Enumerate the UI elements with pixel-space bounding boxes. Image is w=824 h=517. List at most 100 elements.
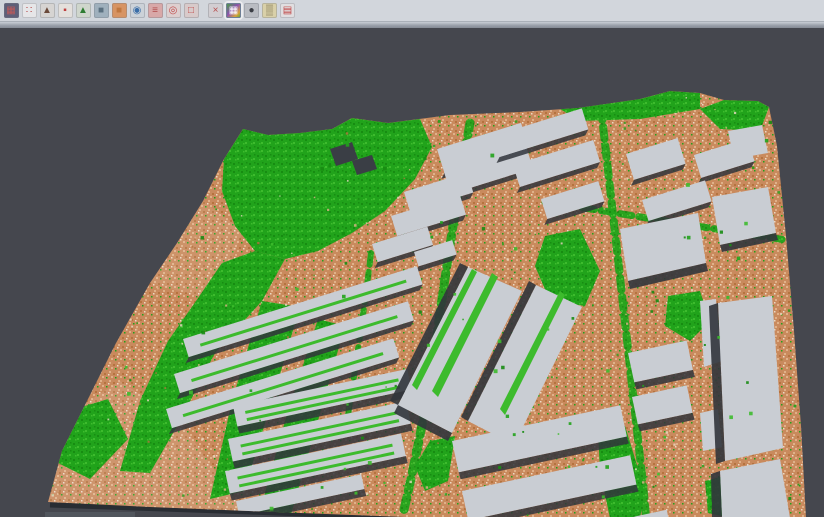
speckle [285, 304, 287, 306]
speckle [147, 399, 149, 401]
speckle [194, 237, 196, 239]
target-icon[interactable]: ◎ [166, 3, 181, 18]
vegetation-speck [477, 123, 479, 125]
vegetation-speck [62, 161, 64, 163]
vegetation-speck [132, 123, 136, 127]
camera-icon[interactable]: ● [244, 3, 259, 18]
vegetation-speck [345, 262, 348, 265]
speckle [426, 486, 428, 488]
dem-icon[interactable]: ▲ [76, 3, 91, 18]
vegetation-speck [652, 291, 655, 294]
vegetation-speck [295, 288, 298, 291]
speckle [119, 258, 121, 260]
speckle [184, 321, 185, 322]
speckle [322, 219, 324, 221]
speckle [147, 514, 149, 516]
ortho-icon[interactable]: ■ [112, 3, 127, 18]
vegetation-speck [514, 272, 516, 274]
speckle [581, 237, 582, 238]
speckle [673, 443, 675, 445]
vegetation-speck [798, 484, 800, 486]
globe-icon[interactable]: ◉ [130, 3, 145, 18]
speckle [726, 127, 728, 129]
vegetation-speck [547, 328, 549, 330]
vegetation-speck [160, 136, 162, 138]
speckle [163, 212, 165, 214]
speckle [218, 435, 219, 436]
extent-icon[interactable]: □ [184, 3, 199, 18]
speckle [99, 393, 100, 394]
speckle [40, 396, 41, 397]
point-cloud-3d-scene[interactable] [0, 28, 824, 517]
flag-icon[interactable]: ▤ [280, 3, 295, 18]
speckle [279, 195, 280, 196]
speckle [524, 237, 525, 238]
terrain-icon[interactable]: ▲ [40, 3, 55, 18]
vegetation-speck [129, 379, 131, 381]
speckle [169, 448, 171, 450]
block-icon[interactable]: ■ [94, 3, 109, 18]
move-icon[interactable]: ∷ [22, 3, 37, 18]
vegetation-speck [383, 482, 385, 484]
speckle [780, 358, 782, 360]
speckle [433, 169, 435, 171]
vegetation-speck [720, 231, 723, 234]
speckle [711, 402, 713, 404]
speckle [682, 138, 683, 139]
speckle [47, 99, 49, 101]
speckle [156, 202, 158, 204]
speckle [699, 126, 701, 128]
measure-icon[interactable]: ▒ [262, 3, 277, 18]
speckle [471, 132, 473, 134]
speckle [629, 387, 631, 389]
speckle [433, 145, 435, 147]
vegetation-speck [395, 385, 397, 387]
speckle [455, 241, 457, 243]
speckle [100, 309, 102, 311]
speckle [604, 373, 607, 376]
speckle [314, 197, 316, 199]
speckle [57, 147, 59, 149]
vegetation-speck [752, 167, 754, 169]
vegetation-speck [342, 295, 346, 299]
vegetation-speck [568, 466, 570, 468]
speckle [604, 208, 606, 210]
vegetation-speck [125, 366, 128, 369]
markers-icon[interactable]: ▪ [58, 3, 73, 18]
speckle [180, 233, 182, 235]
grid-close-icon[interactable]: × [208, 3, 223, 18]
vegetation-speck [656, 299, 659, 302]
speckle [557, 275, 559, 277]
speckle [125, 130, 126, 131]
speckle [490, 196, 491, 197]
vegetation-speck [283, 234, 285, 236]
speckle [674, 113, 675, 114]
speckle [796, 338, 798, 340]
speckle [129, 179, 131, 181]
speckle [669, 131, 671, 133]
speckle [103, 132, 105, 134]
speckle [435, 234, 437, 236]
classification-icon[interactable]: ▦ [226, 3, 241, 18]
speckle [382, 190, 384, 192]
speckle [300, 153, 302, 155]
vegetation-speck [726, 296, 729, 299]
speckle [771, 285, 773, 287]
dataset-icon[interactable]: ▦ [4, 3, 19, 18]
speckle [578, 385, 580, 387]
layers-icon[interactable]: ≡ [148, 3, 163, 18]
speckle [624, 127, 626, 129]
speckle [162, 230, 164, 232]
speckle [595, 176, 597, 178]
speckle [635, 468, 637, 470]
speckle [51, 338, 53, 340]
viewport[interactable] [0, 28, 824, 517]
speckle [58, 492, 60, 494]
speckle [788, 309, 791, 312]
speckle [502, 243, 504, 245]
vegetation-speck [569, 422, 572, 425]
speckle [162, 148, 164, 150]
speckle [635, 130, 637, 132]
speckle [52, 494, 54, 496]
speckle [642, 481, 644, 483]
